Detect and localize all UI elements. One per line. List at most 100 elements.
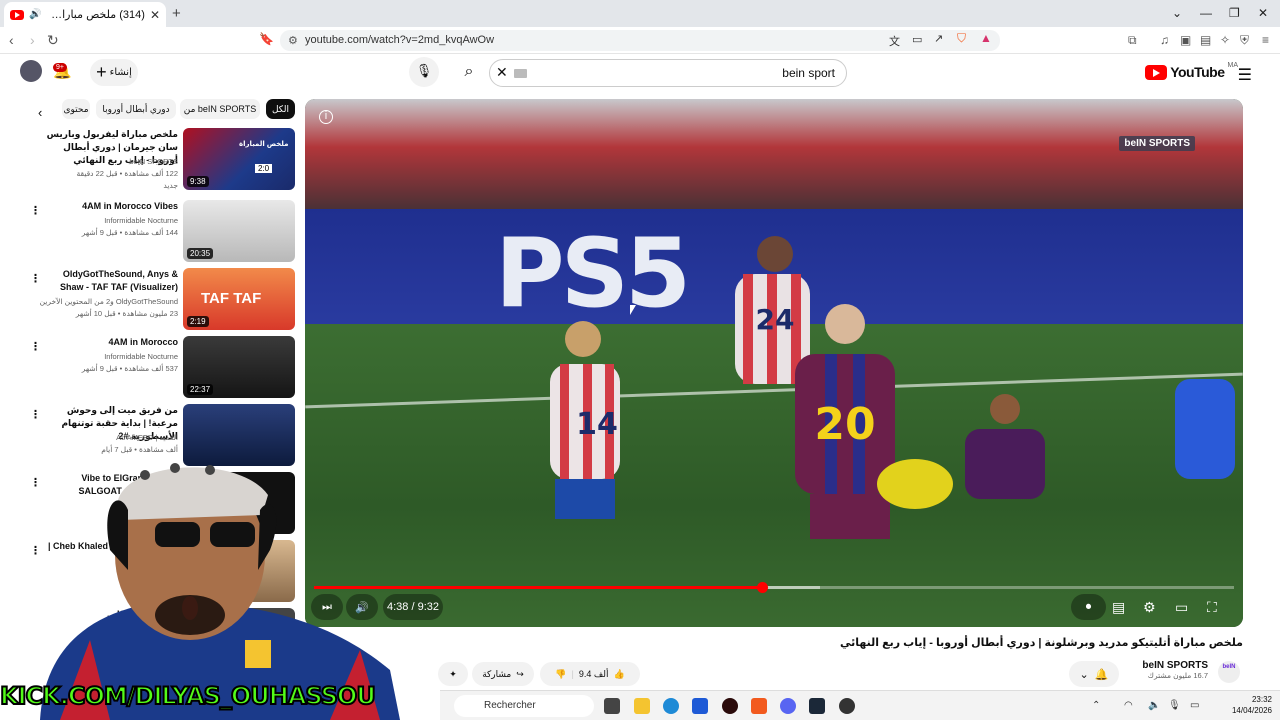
recommendation-item[interactable]: TAF TAF 2:19 ⋮ OldyGotTheSound, Anys & S…: [0, 268, 300, 332]
music-icon[interactable]: ♫: [1160, 33, 1169, 47]
video-thumbnail[interactable]: ملخص المباراة 2:0 9:38: [183, 128, 295, 190]
close-tab-icon[interactable]: ✕: [150, 8, 160, 22]
subscribed-bell-button[interactable]: ⌄ 🔔: [1069, 661, 1119, 687]
subtitles-icon[interactable]: ▤: [1112, 599, 1125, 616]
divider: |: [571, 669, 574, 679]
video-thumbnail[interactable]: 20:35: [183, 200, 295, 262]
recommendation-meta: 144 ألف مشاهدة • قبل 9 أشهر: [81, 228, 178, 237]
back-icon[interactable]: ‹: [9, 32, 14, 48]
chip-from-bein[interactable]: من beIN SPORTS: [180, 99, 260, 119]
dislike-icon[interactable]: 👎: [555, 669, 566, 680]
share-icon[interactable]: ↗: [934, 32, 943, 45]
account-avatar[interactable]: [20, 60, 42, 82]
plus-icon: +: [96, 62, 107, 82]
channel-name[interactable]: beIN SPORTS: [1142, 660, 1208, 671]
speaker-icon[interactable]: 🔊: [29, 9, 41, 20]
create-label: إنشاء: [109, 67, 132, 78]
recommendation-title: OldyGotTheSound, Anys & Shaw - TAF TAF (…: [59, 269, 178, 292]
chevron-left-icon[interactable]: ‹: [38, 105, 42, 120]
recommendation-channel[interactable]: Informidable Nocturne: [38, 215, 178, 227]
translate-icon[interactable]: 文: [889, 33, 900, 49]
duration-badge: 9:38: [187, 176, 209, 187]
duration-badge: 2:19: [187, 316, 209, 327]
chip-content[interactable]: محتوى: [62, 99, 90, 119]
recommendation-channel[interactable]: Informidable Nocturne: [38, 351, 178, 363]
leo-ai-icon[interactable]: ✧: [1220, 33, 1230, 47]
recommendation-item[interactable]: 20:35 ⋮ 4AM in Morocco Vibes Informidabl…: [0, 200, 300, 264]
recommendation-item[interactable]: 22:37 ⋮ 4AM in Morocco Informidable Noct…: [0, 336, 300, 400]
mic-tray-icon[interactable]: 🎙: [1168, 700, 1181, 711]
youtube-logo[interactable]: YouTube MA: [1145, 62, 1238, 80]
recommendation-channel[interactable]: beIN SPORTS: [38, 156, 178, 168]
thumbnail-text: ملخص المباراة: [239, 141, 289, 148]
streamer-webcam: [40, 463, 400, 720]
close-window-button[interactable]: ✕: [1258, 6, 1268, 20]
tab-search-chevron-icon[interactable]: ⌄: [1172, 6, 1182, 20]
video-thumbnail[interactable]: TAF TAF 2:19: [183, 268, 295, 330]
chip-all[interactable]: الكل: [266, 99, 295, 119]
youtube-favicon-icon: [10, 9, 24, 20]
store-icon[interactable]: [692, 698, 708, 714]
scrubber-handle[interactable]: [757, 582, 769, 593]
recommendation-channel[interactable]: OldyGotTheSound و2 من المحتوين الآخرين: [38, 296, 178, 308]
tray-chevron-icon[interactable]: ⌃: [1092, 700, 1100, 711]
wifi-icon[interactable]: ◠: [1124, 700, 1133, 711]
theater-mode-icon[interactable]: ▭: [1175, 599, 1188, 616]
settings-gear-icon[interactable]: ⚙: [1143, 599, 1156, 616]
autoplay-toggle[interactable]: ⏺: [1071, 594, 1106, 620]
recommendation-title: 4AM in Morocco: [108, 337, 178, 347]
obs-icon[interactable]: [722, 698, 738, 714]
steam-icon[interactable]: [809, 698, 825, 714]
site-info-icon[interactable]: ⚙: [288, 34, 298, 47]
search-button[interactable]: ⌕: [449, 59, 489, 87]
share-button[interactable]: مشاركة ↪: [472, 662, 534, 686]
channel-info[interactable]: beIN SPORTS 16.7 مليون مشترك: [1142, 660, 1208, 680]
file-explorer-icon[interactable]: [634, 698, 650, 714]
minimize-window-button[interactable]: —: [1200, 6, 1212, 20]
new-tab-button[interactable]: +: [172, 5, 181, 22]
video-thumbnail[interactable]: 22:37: [183, 336, 295, 398]
cast-icon[interactable]: ▭: [912, 33, 922, 46]
like-count[interactable]: 9.4 ألف: [579, 669, 609, 680]
task-view-icon[interactable]: [604, 698, 620, 714]
reload-icon[interactable]: ↻: [47, 32, 59, 49]
sidebar-toggle-icon[interactable]: ⧉: [1128, 33, 1137, 48]
forward-icon[interactable]: ›: [30, 32, 35, 48]
thumbnail-score: 2:0: [255, 164, 273, 173]
brave-icon[interactable]: [751, 698, 767, 714]
vpn-icon[interactable]: ⛨: [1240, 33, 1249, 48]
recommendation-meta: 23 مليون مشاهدة • قبل 10 أشهر: [75, 309, 178, 318]
taskbar-search-input[interactable]: Rechercher: [454, 695, 594, 717]
like-icon[interactable]: 👍: [613, 669, 624, 680]
app-icon[interactable]: [839, 698, 855, 714]
fullscreen-icon[interactable]: ⛶: [1207, 599, 1217, 616]
discord-icon[interactable]: [780, 698, 796, 714]
browser-menu-icon[interactable]: ≡: [1262, 33, 1269, 47]
taskbar-clock[interactable]: 23:32 14/04/2026: [1232, 694, 1272, 716]
microphone-icon: 🎙: [415, 63, 433, 78]
edge-icon[interactable]: [663, 698, 679, 714]
search-input[interactable]: ✕ bein sport: [489, 59, 847, 87]
brave-rewards-icon[interactable]: ▲: [980, 31, 992, 45]
clear-search-icon[interactable]: ✕: [496, 64, 508, 81]
browser-tab[interactable]: ✕ (314) ملخص مباراة أتليتيكو مدريد 🔊: [4, 2, 166, 27]
volume-tray-icon[interactable]: 🔈: [1148, 700, 1160, 711]
brave-shield-icon[interactable]: ⛉: [957, 31, 966, 46]
bookmark-icon[interactable]: 🔖: [259, 32, 274, 46]
browser-tab-strip: ✕ (314) ملخص مباراة أتليتيكو مدريد 🔊 + ⌄…: [0, 0, 1280, 27]
channel-avatar[interactable]: beIN: [1218, 661, 1240, 683]
reading-list-icon[interactable]: ▣: [1180, 33, 1191, 47]
logo-text: YouTube: [1170, 64, 1225, 80]
battery-icon[interactable]: ▭: [1190, 700, 1199, 711]
wallet-icon[interactable]: ▤: [1200, 33, 1211, 47]
clock-date: 14/04/2026: [1231, 706, 1272, 715]
keyboard-icon[interactable]: [514, 69, 527, 78]
chip-champions-league[interactable]: دوري أبطال أوروبا: [96, 99, 176, 119]
address-bar[interactable]: ⚙ youtube.com/watch?v=2md_kvqAwOw 文 ▭ ↗ …: [280, 30, 1000, 51]
maximize-window-button[interactable]: ❐: [1229, 6, 1240, 20]
info-icon[interactable]: i: [319, 110, 333, 124]
voice-search-button[interactable]: 🎙: [409, 57, 439, 87]
create-button[interactable]: + إنشاء: [90, 59, 138, 86]
recommendation-item[interactable]: ملخص المباراة 2:0 9:38 ملخص مباراة ليفرب…: [0, 128, 300, 192]
hamburger-menu-icon[interactable]: ☰: [1238, 65, 1252, 85]
